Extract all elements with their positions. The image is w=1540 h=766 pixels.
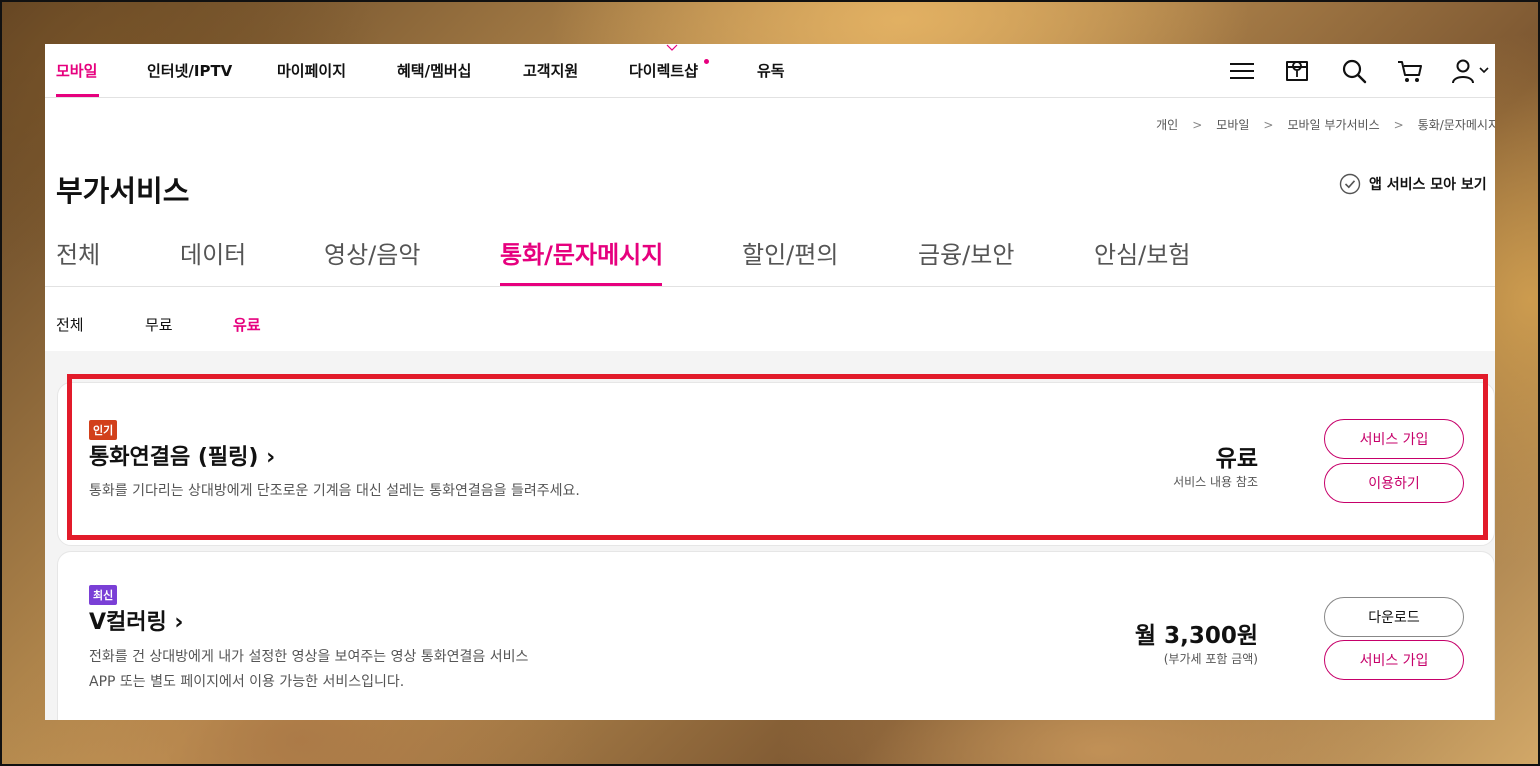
gnb-item-internet-iptv[interactable]: 인터넷/IPTV <box>147 60 232 81</box>
service-join-button[interactable]: 서비스 가입 <box>1324 640 1464 680</box>
breadcrumb-item[interactable]: 모바일 부가서비스 <box>1287 116 1379 133</box>
store-icon[interactable] <box>1283 57 1311 85</box>
service-price: 월 3,300원 <box>1134 623 1258 649</box>
gnb-item-mypage[interactable]: 마이페이지 <box>277 60 346 81</box>
breadcrumb-item[interactable]: 개인 <box>1156 116 1178 133</box>
subtab-all[interactable]: 전체 <box>56 314 84 335</box>
tab-discount[interactable]: 할인/편의 <box>742 235 838 270</box>
app-services-link[interactable]: 앱 서비스 모아 보기 <box>1339 173 1487 195</box>
use-service-button[interactable]: 이용하기 <box>1324 463 1464 503</box>
breadcrumb-item[interactable]: 모바일 <box>1216 116 1249 133</box>
menu-icon[interactable] <box>1228 57 1256 85</box>
price-note: 서비스 내용 참조 <box>1173 475 1258 489</box>
status-badge: 인기 <box>89 420 118 440</box>
user-icon[interactable] <box>1450 57 1490 85</box>
chevron-right-icon: > <box>1263 117 1274 132</box>
new-dot-badge <box>704 59 709 64</box>
tab-all[interactable]: 전체 <box>56 235 100 270</box>
chevron-down-icon <box>666 44 678 51</box>
description-line: 통화를 기다리는 상대방에게 단조로운 기계음 대신 설레는 통화연결음을 들려… <box>89 483 580 499</box>
service-title[interactable]: 통화연결음 (필링) › <box>89 439 275 471</box>
service-description: 통화를 기다리는 상대방에게 단조로운 기계음 대신 설레는 통화연결음을 들려… <box>89 479 580 504</box>
gnb-item-subscribe[interactable]: 유독 <box>757 60 785 81</box>
category-tabs: 전체 데이터 영상/음악 통화/문자메시지 할인/편의 금융/보안 안심/보험 <box>45 228 1495 287</box>
download-button[interactable]: 다운로드 <box>1324 597 1464 637</box>
service-price: 유료 <box>1215 446 1258 472</box>
price-note: (부가세 포함 금액) <box>1163 652 1258 666</box>
gnb-item-mobile[interactable]: 모바일 <box>56 60 97 81</box>
tab-call-message[interactable]: 통화/문자메시지 <box>500 235 663 270</box>
global-nav: 모바일 인터넷/IPTV 마이페이지 혜택/멤버십 고객지원 다이렉트샵 유독 <box>45 44 1495 98</box>
tab-active-indicator <box>500 283 662 286</box>
service-card[interactable]: 인기 통화연결음 (필링) › 통화를 기다리는 상대방에게 단조로운 기계음 … <box>57 382 1495 546</box>
page-title: 부가서비스 <box>56 174 190 208</box>
chevron-right-icon: > <box>1393 117 1404 132</box>
breadcrumb-item[interactable]: 통화/문자메시지 <box>1418 116 1495 133</box>
service-description: 전화를 건 상대방에게 내가 설정한 영상을 보여주는 영상 통화연결음 서비스… <box>89 645 528 695</box>
tab-data[interactable]: 데이터 <box>180 235 246 270</box>
service-join-button[interactable]: 서비스 가입 <box>1324 419 1464 459</box>
service-list: 인기 통화연결음 (필링) › 통화를 기다리는 상대방에게 단조로운 기계음 … <box>45 351 1495 720</box>
gnb-active-indicator <box>56 94 99 97</box>
description-line: APP 또는 별도 페이지에서 이용 가능한 서비스입니다. <box>89 674 405 690</box>
cart-icon[interactable] <box>1396 57 1424 85</box>
app-services-label: 앱 서비스 모아 보기 <box>1369 177 1487 193</box>
gnb-item-direct-shop[interactable]: 다이렉트샵 <box>629 60 698 81</box>
subtab-paid[interactable]: 유료 <box>233 314 261 335</box>
browser-page: 모바일 인터넷/IPTV 마이페이지 혜택/멤버십 고객지원 다이렉트샵 유독 <box>45 44 1495 720</box>
gnb-item-support[interactable]: 고객지원 <box>523 60 578 81</box>
description-line: 전화를 건 상대방에게 내가 설정한 영상을 보여주는 영상 통화연결음 서비스 <box>89 649 529 665</box>
service-title[interactable]: V컬러링 › <box>89 604 183 636</box>
breadcrumb: 개인 > 모바일 > 모바일 부가서비스 > 통화/문자메시지 <box>1156 116 1495 133</box>
tab-finance-security[interactable]: 금융/보안 <box>918 235 1014 270</box>
tab-safety-insurance[interactable]: 안심/보험 <box>1094 235 1190 270</box>
subtab-free[interactable]: 무료 <box>145 314 173 335</box>
gnb-item-benefits[interactable]: 혜택/멤버십 <box>397 60 471 81</box>
tab-video-music[interactable]: 영상/음악 <box>324 235 420 270</box>
chevron-right-icon: > <box>1192 117 1203 132</box>
search-icon[interactable] <box>1340 57 1368 85</box>
check-circle-icon <box>1339 173 1361 195</box>
service-card[interactable]: 최신 V컬러링 › 전화를 건 상대방에게 내가 설정한 영상을 보여주는 영상… <box>57 551 1495 720</box>
status-badge: 최신 <box>89 585 118 605</box>
